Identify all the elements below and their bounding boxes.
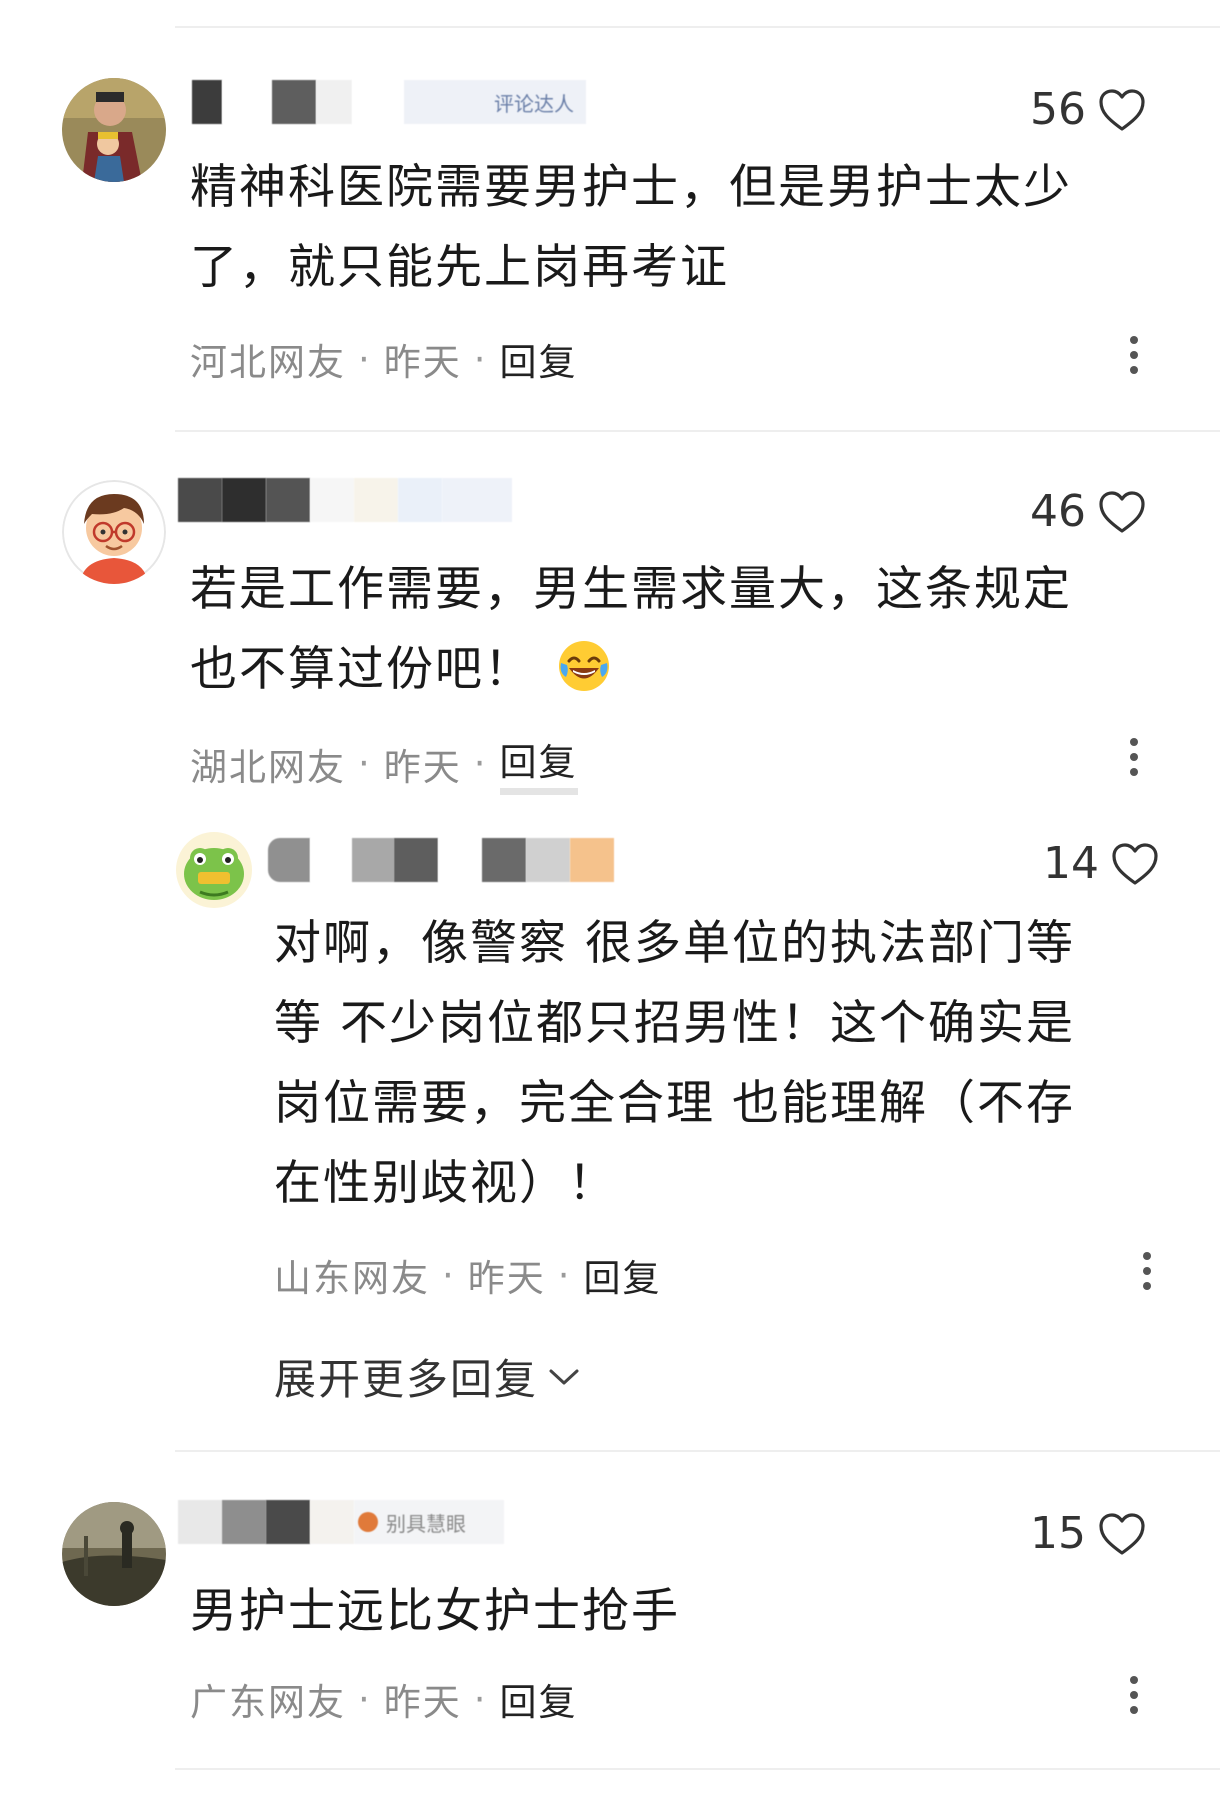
avatar[interactable] — [62, 480, 166, 584]
location-label: 广东网友 — [190, 1681, 346, 1724]
like-count: 56 — [1030, 84, 1086, 135]
reply-text: 对啊，像警察 很多单位的执法部门等 等 不少岗位都只招男性！这个确实是 岗位需要… — [274, 916, 1075, 1211]
more-vertical-icon[interactable] — [1129, 1676, 1139, 1714]
username-redacted[interactable] — [178, 478, 512, 522]
avatar[interactable] — [62, 1502, 166, 1606]
like-button[interactable]: 46 — [1030, 486, 1146, 537]
heart-outline-icon — [1099, 88, 1145, 131]
username-redacted[interactable]: 评论达人 — [192, 80, 586, 124]
time-label: 昨天 — [383, 341, 462, 384]
time-label: 昨天 — [383, 1681, 462, 1724]
location-label: 湖北网友 — [190, 745, 346, 789]
like-button[interactable]: 15 — [1030, 1508, 1146, 1559]
like-count: 15 — [1030, 1508, 1086, 1559]
comment-meta: 河北网友 · 昨天 · 回复 — [190, 332, 578, 386]
user-badge: 评论达人 — [494, 91, 574, 116]
reply-button[interactable]: 回复 — [499, 732, 578, 795]
time-label: 昨天 — [467, 1257, 546, 1300]
reply-button[interactable]: 回复 — [500, 332, 578, 386]
comment-meta: 湖北网友 · 昨天 · 回复 — [190, 732, 578, 795]
avatar[interactable] — [176, 832, 252, 908]
like-count: 46 — [1030, 486, 1086, 537]
comment-list: 评论达人 56 精神科医院需要男护士，但是男护士太少 了，就只能先上岗再考证 河… — [0, 0, 1220, 1806]
more-vertical-icon[interactable] — [1142, 1252, 1152, 1290]
laughing-tears-emoji — [559, 641, 609, 691]
user-badge: 别具慧眼 — [386, 1511, 466, 1536]
time-label: 昨天 — [383, 745, 462, 789]
heart-outline-icon — [1099, 490, 1145, 533]
username-redacted[interactable] — [268, 838, 614, 882]
heart-outline-icon — [1099, 1512, 1145, 1555]
divider — [175, 26, 1220, 28]
username-redacted[interactable]: 别具慧眼 — [178, 1500, 504, 1544]
like-button[interactable]: 14 — [1043, 838, 1159, 889]
reply-button[interactable]: 回复 — [500, 1672, 578, 1726]
expand-replies-button[interactable]: 展开更多回复 — [274, 1346, 580, 1407]
divider — [175, 1450, 1220, 1452]
heart-outline-icon — [1112, 842, 1158, 885]
avatar[interactable] — [62, 78, 166, 182]
comment-meta: 广东网友 · 昨天 · 回复 — [190, 1672, 578, 1726]
location-label: 河北网友 — [190, 341, 346, 384]
like-button[interactable]: 56 — [1030, 84, 1146, 135]
comment-text: 男护士远比女护士抢手 — [190, 1584, 680, 1639]
comment-text: 精神科医院需要男护士，但是男护士太少 了，就只能先上岗再考证 — [190, 160, 1072, 295]
location-label: 山东网友 — [274, 1257, 430, 1300]
more-vertical-icon[interactable] — [1129, 738, 1139, 776]
divider — [175, 1768, 1220, 1770]
like-count: 14 — [1043, 838, 1099, 889]
badge-icon — [358, 1512, 378, 1532]
comment-text: 若是工作需要，男生需求量大，这条规定 也不算过份吧！ — [190, 562, 1072, 697]
divider — [175, 430, 1220, 432]
reply-button[interactable]: 回复 — [584, 1248, 662, 1302]
chevron-down-icon — [549, 1369, 579, 1384]
more-vertical-icon[interactable] — [1129, 336, 1139, 374]
comment-meta: 山东网友 · 昨天 · 回复 — [274, 1248, 662, 1302]
